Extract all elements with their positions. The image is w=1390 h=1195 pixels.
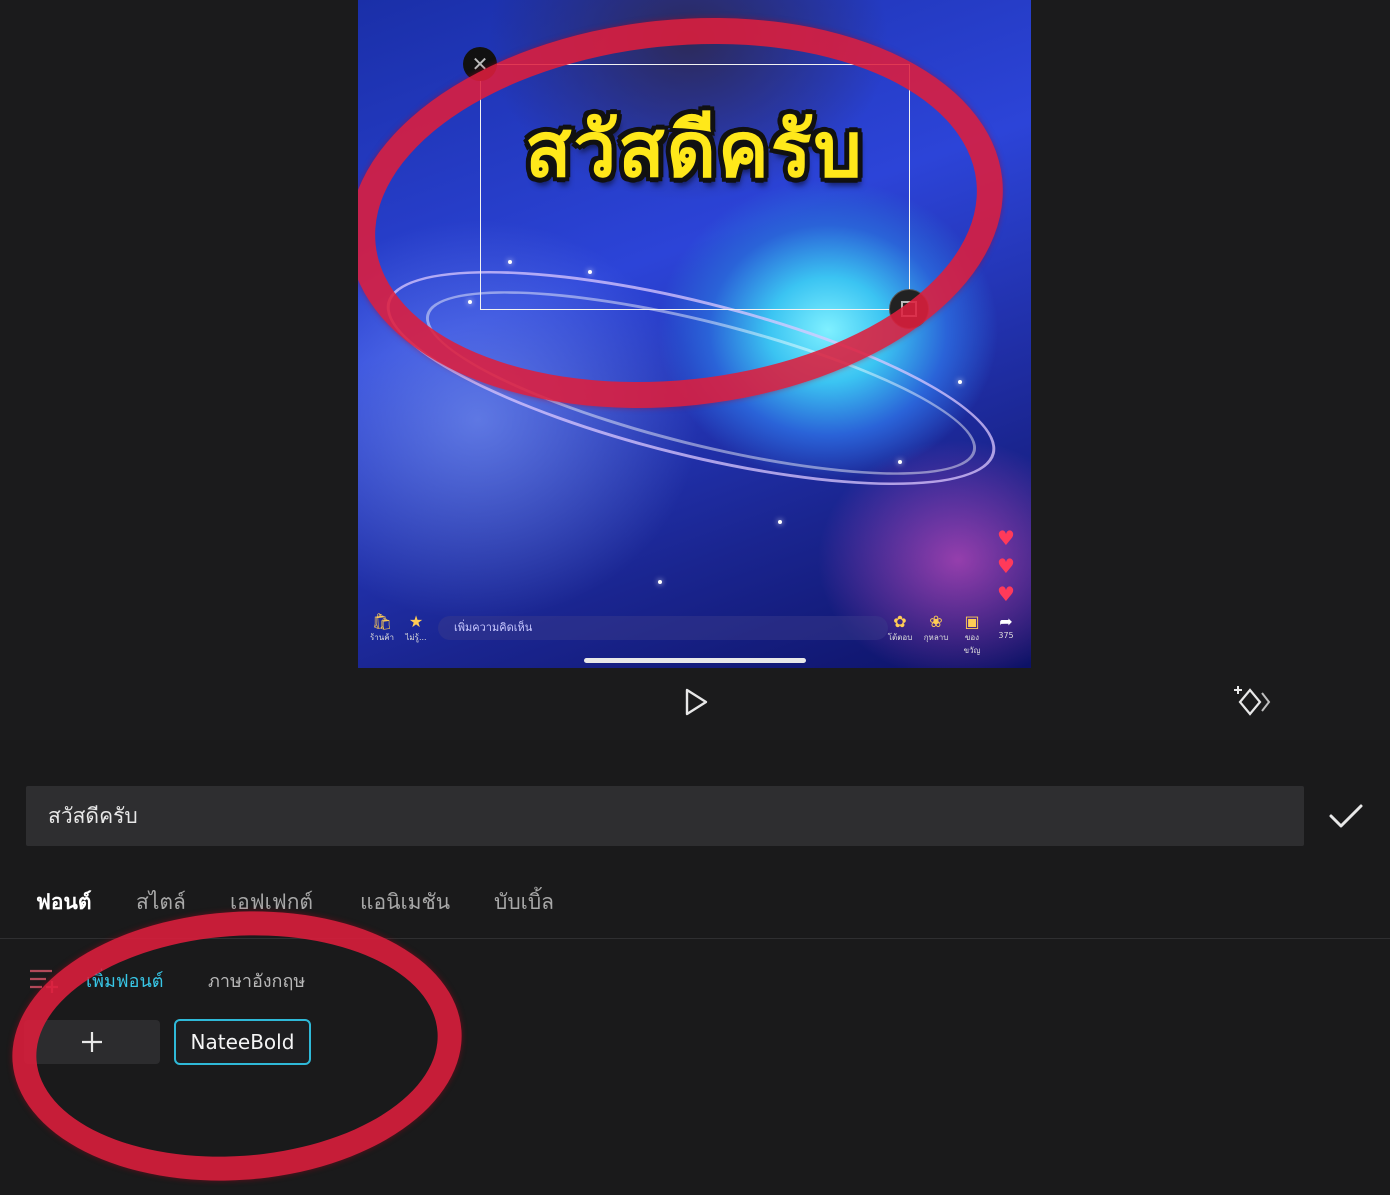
tab-animation[interactable]: แอนิเมชัน — [360, 886, 450, 919]
comment-input: เพิ่มความคิดเห็น — [438, 616, 888, 640]
star-icon: ★ ไม่รู้... — [405, 612, 427, 642]
tab-font[interactable]: ฟอนต์ — [36, 886, 91, 919]
share-icon: ➦ 375 — [998, 612, 1014, 640]
tab-style[interactable]: สไตล์ — [136, 886, 186, 919]
sparkle — [958, 380, 962, 384]
sparkle — [898, 460, 902, 464]
sparkle — [778, 520, 782, 524]
heart-icon: ♥ — [997, 554, 1015, 578]
interact-icon: ✿ โต้ตอบ — [887, 612, 913, 642]
text-input[interactable] — [26, 786, 1304, 846]
checkmark-icon[interactable] — [1326, 798, 1366, 834]
rose-icon: ❀ กุหลาบ — [923, 612, 949, 642]
preview-area: ✕ สวัสดีครับ ♥ ♥ ♥ 🛍 ร้านค้า ★ ไม่รู้... เ… — [0, 0, 1390, 740]
tab-bubble[interactable]: บับเบิ้ล — [494, 886, 554, 919]
video-preview[interactable]: ✕ สวัสดีครับ ♥ ♥ ♥ 🛍 ร้านค้า ★ ไม่รู้... เ… — [358, 0, 1031, 668]
video-bottom-bar: 🛍 ร้านค้า ★ ไม่รู้... เพิ่มความคิดเห็น ✿ โต… — [368, 612, 1021, 655]
video-progress-bar[interactable] — [584, 658, 806, 663]
heart-icon: ♥ — [997, 526, 1015, 550]
gift-icon: ▣ ของขวัญ — [963, 612, 981, 655]
keyframe-icon[interactable] — [1232, 684, 1272, 720]
heart-icon: ♥ — [997, 582, 1015, 606]
annotation-ellipse — [3, 896, 471, 1195]
shop-icon: 🛍 ร้านค้า — [369, 612, 395, 642]
play-icon[interactable] — [680, 686, 712, 718]
sparkle — [658, 580, 662, 584]
